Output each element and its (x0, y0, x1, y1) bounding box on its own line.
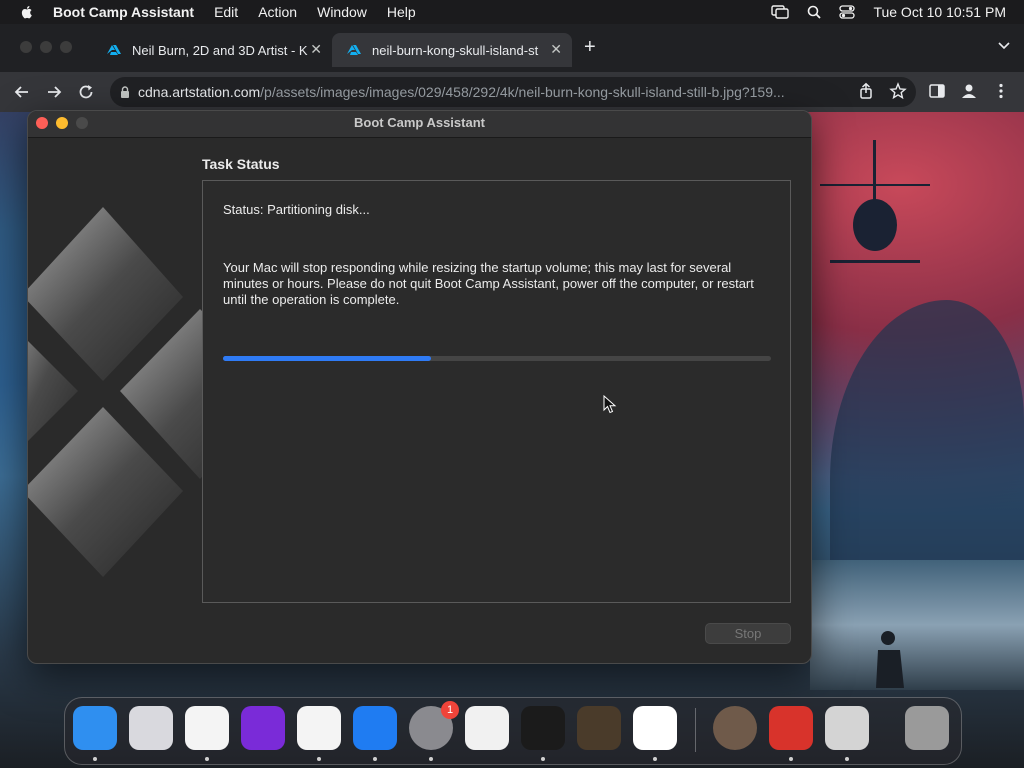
finder-icon[interactable] (73, 706, 117, 750)
wallpaper-soldier (876, 631, 904, 688)
running-indicator (205, 757, 209, 761)
notification-badge: 1 (441, 701, 459, 719)
firefox-icon[interactable] (241, 706, 285, 750)
running-indicator (429, 757, 433, 761)
window-minimize-button[interactable] (56, 117, 68, 129)
window-zoom-button (76, 117, 88, 129)
tab-close-icon[interactable]: ✕ (310, 41, 322, 58)
dock: 1 (64, 697, 962, 765)
vscode-icon[interactable] (633, 706, 677, 750)
progress-bar-fill (223, 356, 432, 361)
menu-window[interactable]: Window (317, 4, 367, 20)
chrome-icon[interactable] (297, 706, 341, 750)
artstation-icon (347, 45, 361, 55)
task-status-panel: Status: Partitioning disk... Your Mac wi… (202, 180, 791, 603)
browser-minimize-button[interactable] (40, 41, 52, 53)
running-indicator (653, 757, 657, 761)
control-center-icon[interactable] (839, 5, 856, 19)
bookmark-star-icon[interactable] (889, 82, 907, 100)
task-status-heading: Task Status (202, 156, 280, 172)
apple-menu-icon[interactable] (19, 4, 35, 20)
browser-close-button[interactable] (20, 41, 32, 53)
boot-camp-assistant-icon[interactable] (825, 706, 869, 750)
warning-text: Your Mac will stop responding while resi… (223, 260, 754, 307)
reload-icon[interactable] (76, 82, 96, 102)
boot-camp-assistant-window: Boot Camp Assistant Task Status Status: … (27, 110, 812, 664)
menu-app-name[interactable]: Boot Camp Assistant (53, 4, 194, 20)
browser-zoom-button[interactable] (60, 41, 72, 53)
menu-bar: Boot Camp Assistant Edit Action Window H… (0, 0, 1024, 24)
profile-icon[interactable] (960, 82, 978, 100)
status-text: Status: Partitioning disk... (223, 202, 370, 217)
running-indicator (845, 757, 849, 761)
more-menu-icon[interactable] (992, 82, 1010, 100)
running-indicator (93, 757, 97, 761)
mouse-pointer-icon (603, 395, 617, 414)
tab-search-chevron-icon[interactable] (998, 42, 1010, 50)
terminal-icon[interactable] (521, 706, 565, 750)
back-arrow-icon[interactable] (12, 82, 32, 102)
browser-toolbar: cdna.artstation.com /p/assets/images/ima… (0, 72, 1024, 112)
window-titlebar[interactable]: Boot Camp Assistant (28, 111, 811, 138)
dock-separator (695, 708, 696, 752)
menubar-status-area: Tue Oct 10 10:51 PM (753, 0, 1006, 24)
instruments-icon[interactable] (769, 706, 813, 750)
forward-arrow-icon[interactable] (44, 82, 64, 102)
app-store-icon[interactable] (353, 706, 397, 750)
lock-icon[interactable] (120, 85, 130, 99)
menu-action[interactable]: Action (258, 4, 297, 20)
window-close-button[interactable] (36, 117, 48, 129)
tab-title: neil-burn-kong-skull-island-st (372, 42, 539, 58)
screen-mirroring-icon[interactable] (771, 5, 790, 19)
running-indicator (541, 757, 545, 761)
safari-icon[interactable] (185, 706, 229, 750)
menu-help[interactable]: Help (387, 4, 416, 20)
browser-tab-image[interactable]: neil-burn-kong-skull-island-st ✕ (332, 33, 572, 67)
running-indicator (373, 757, 377, 761)
share-icon[interactable] (857, 82, 875, 100)
running-indicator (789, 757, 793, 761)
menubar-clock[interactable]: Tue Oct 10 10:51 PM (873, 4, 1006, 20)
address-bar[interactable]: cdna.artstation.com /p/assets/images/ima… (110, 77, 916, 107)
new-tab-button[interactable]: + (584, 36, 596, 59)
progress-bar (223, 356, 771, 361)
trash-icon[interactable] (905, 706, 949, 750)
tab-title: Neil Burn, 2D and 3D Artist - K (132, 42, 308, 58)
side-panel-icon[interactable] (928, 82, 946, 100)
downloads-icon[interactable] (713, 706, 757, 750)
menu-edit[interactable]: Edit (214, 4, 238, 20)
chrome-browser: Neil Burn, 2D and 3D Artist - K ✕ neil-b… (0, 24, 1024, 112)
textedit-icon[interactable] (465, 706, 509, 750)
stop-button[interactable]: Stop (705, 623, 791, 644)
url-path: /p/assets/images/images/029/458/292/4k/n… (260, 84, 785, 100)
url-host: cdna.artstation.com (138, 84, 261, 100)
wallpaper-water (810, 560, 1024, 690)
tab-close-icon[interactable]: ✕ (550, 41, 562, 58)
garageband-icon[interactable] (577, 706, 621, 750)
tab-strip: Neil Burn, 2D and 3D Artist - K ✕ neil-b… (0, 24, 1024, 72)
wallpaper-helicopter (820, 140, 930, 263)
wallpaper-mountain (830, 300, 1024, 600)
running-indicator (317, 757, 321, 761)
artstation-icon (107, 45, 121, 55)
spotlight-search-icon[interactable] (807, 5, 822, 19)
browser-tab-neil-burn[interactable]: Neil Burn, 2D and 3D Artist - K ✕ (92, 33, 332, 67)
window-title: Boot Camp Assistant (354, 115, 485, 130)
launchpad-icon[interactable] (129, 706, 173, 750)
